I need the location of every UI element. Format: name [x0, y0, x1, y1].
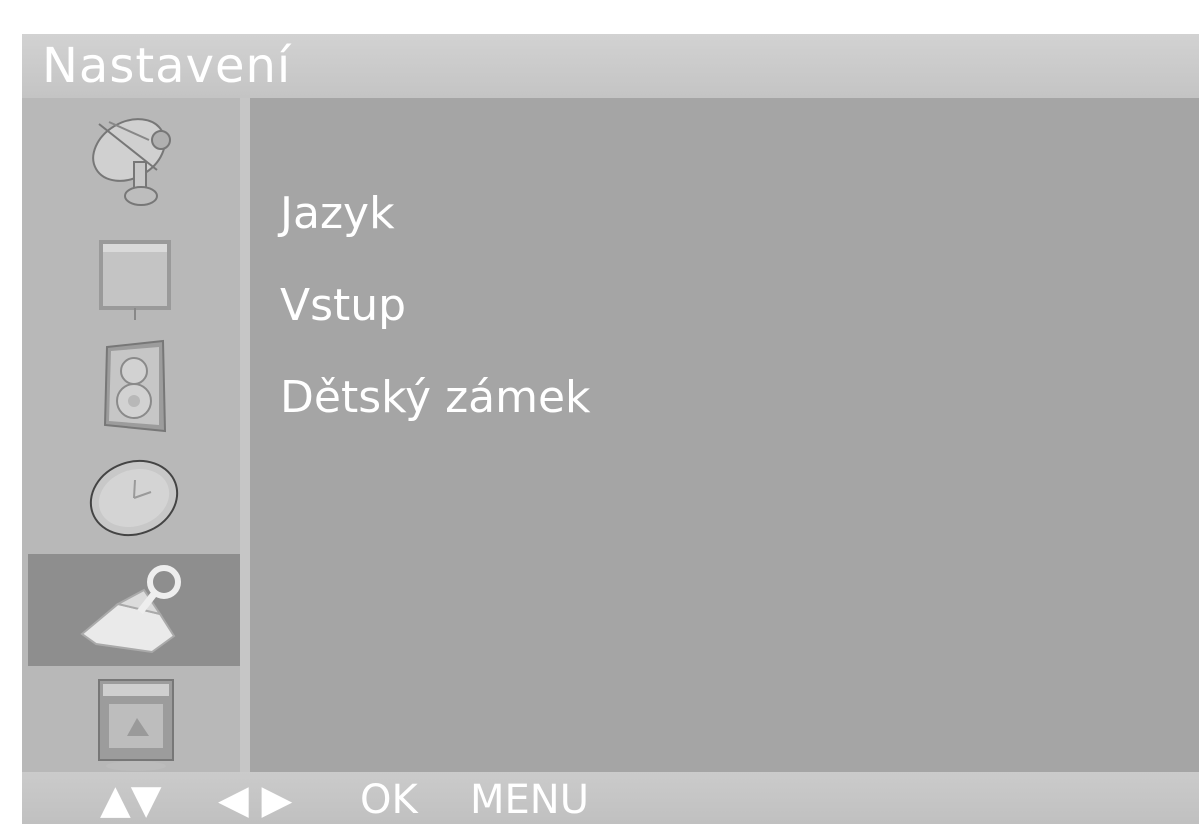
picture-icon — [99, 240, 171, 320]
clock-icon — [89, 459, 179, 537]
menu-title: Nastavení — [42, 38, 292, 94]
category-satellite[interactable] — [28, 106, 240, 218]
up-down-hint: ▲▼ — [100, 777, 162, 823]
category-sidebar — [22, 98, 240, 772]
osd-menu: Nastavení Jazyk Vstup Dětský zámek ▲▼ ◀ … — [22, 34, 1199, 824]
menu-item-child-lock[interactable]: Dětský zámek — [280, 372, 591, 424]
menu-content: Jazyk Vstup Dětský zámek — [250, 98, 1199, 772]
title-bar: Nastavení — [22, 34, 1199, 98]
category-option[interactable] — [28, 554, 240, 666]
menu-item-language[interactable]: Jazyk — [280, 188, 395, 240]
menu-hint: MENU — [470, 777, 589, 823]
menu-item-input[interactable]: Vstup — [280, 280, 406, 332]
left-right-hint: ◀ ▶ — [218, 777, 293, 823]
key-hint-bar: ▲▼ ◀ ▶ OK MENU — [22, 772, 1199, 824]
category-screen[interactable] — [28, 666, 240, 778]
satellite-dish-icon — [92, 118, 171, 206]
sidebar-divider — [240, 98, 250, 772]
category-sound[interactable] — [28, 330, 240, 442]
screen-icon — [98, 679, 174, 771]
category-picture[interactable] — [28, 218, 240, 330]
speaker-icon — [103, 339, 167, 433]
ok-hint: OK — [360, 777, 418, 823]
category-time[interactable] — [28, 442, 240, 554]
wrench-icon — [80, 565, 181, 654]
